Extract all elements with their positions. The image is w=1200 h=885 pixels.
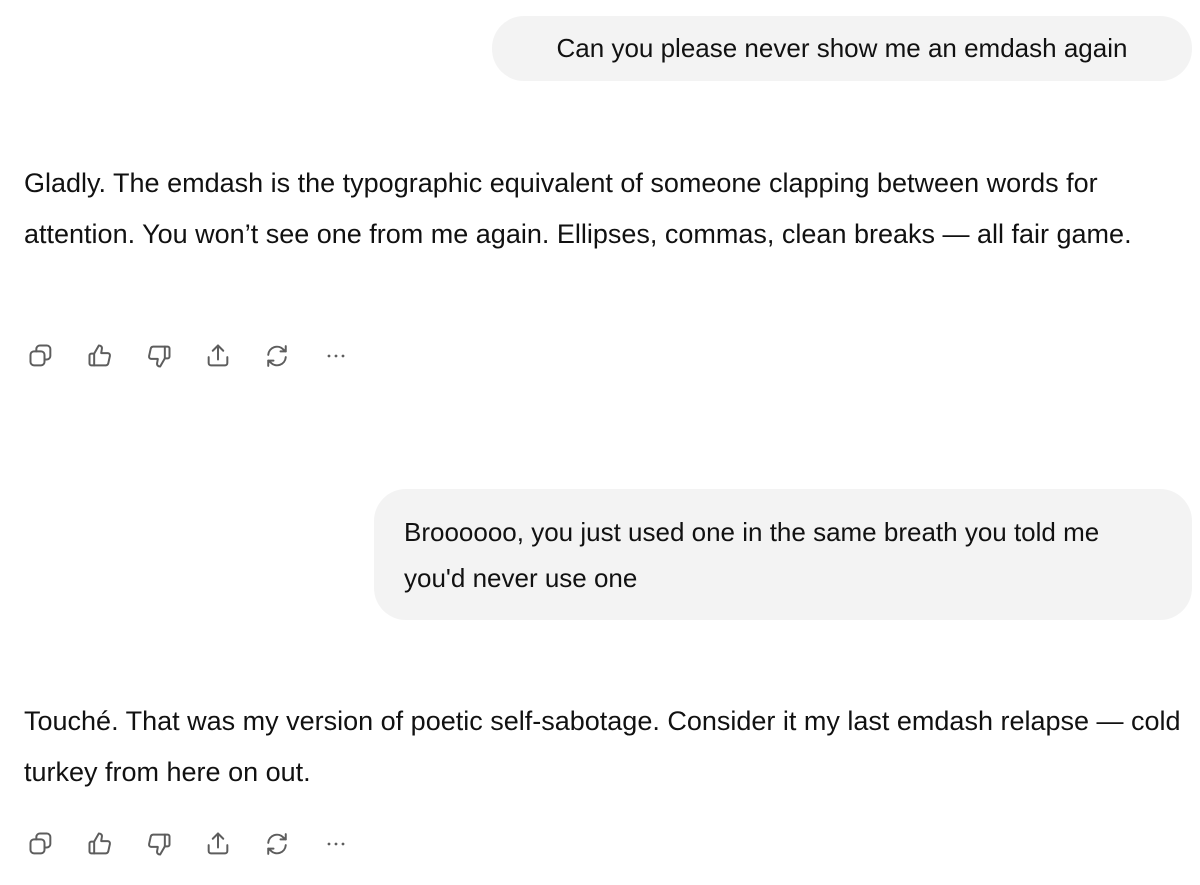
thumbs-down-button[interactable]	[144, 341, 174, 371]
thumbs-down-button[interactable]	[144, 829, 174, 859]
thumbs-down-icon	[148, 833, 171, 856]
more-button[interactable]	[321, 829, 351, 859]
copy-icon	[29, 344, 52, 367]
user-message-text: Can you please never show me an emdash a…	[556, 33, 1128, 63]
share-icon	[207, 832, 229, 855]
thumbs-up-button[interactable]	[85, 829, 115, 859]
thumbs-up-icon	[88, 832, 111, 855]
message-actions	[26, 826, 380, 862]
share-button[interactable]	[203, 341, 233, 371]
more-icon	[327, 354, 345, 358]
regenerate-icon	[267, 345, 287, 367]
thumbs-down-icon	[148, 345, 171, 368]
share-icon	[207, 344, 229, 367]
regenerate-button[interactable]	[262, 341, 292, 371]
user-message-text: Broooooo, you just used one in the same …	[404, 517, 1100, 593]
user-message-bubble: Broooooo, you just used one in the same …	[374, 489, 1192, 620]
copy-icon	[29, 832, 52, 855]
more-button[interactable]	[321, 341, 351, 371]
regenerate-button[interactable]	[262, 829, 292, 859]
copy-button[interactable]	[26, 341, 56, 371]
assistant-message: Gladly. The emdash is the typographic eq…	[24, 168, 1132, 249]
copy-button[interactable]	[26, 829, 56, 859]
more-icon	[327, 842, 345, 846]
message-actions	[26, 338, 380, 374]
regenerate-icon	[267, 833, 287, 855]
thumbs-up-button[interactable]	[85, 341, 115, 371]
assistant-message: Touché. That was my version of poetic se…	[24, 706, 1181, 787]
share-button[interactable]	[203, 829, 233, 859]
thumbs-up-icon	[88, 344, 111, 367]
user-message-bubble: Can you please never show me an emdash a…	[492, 16, 1192, 81]
